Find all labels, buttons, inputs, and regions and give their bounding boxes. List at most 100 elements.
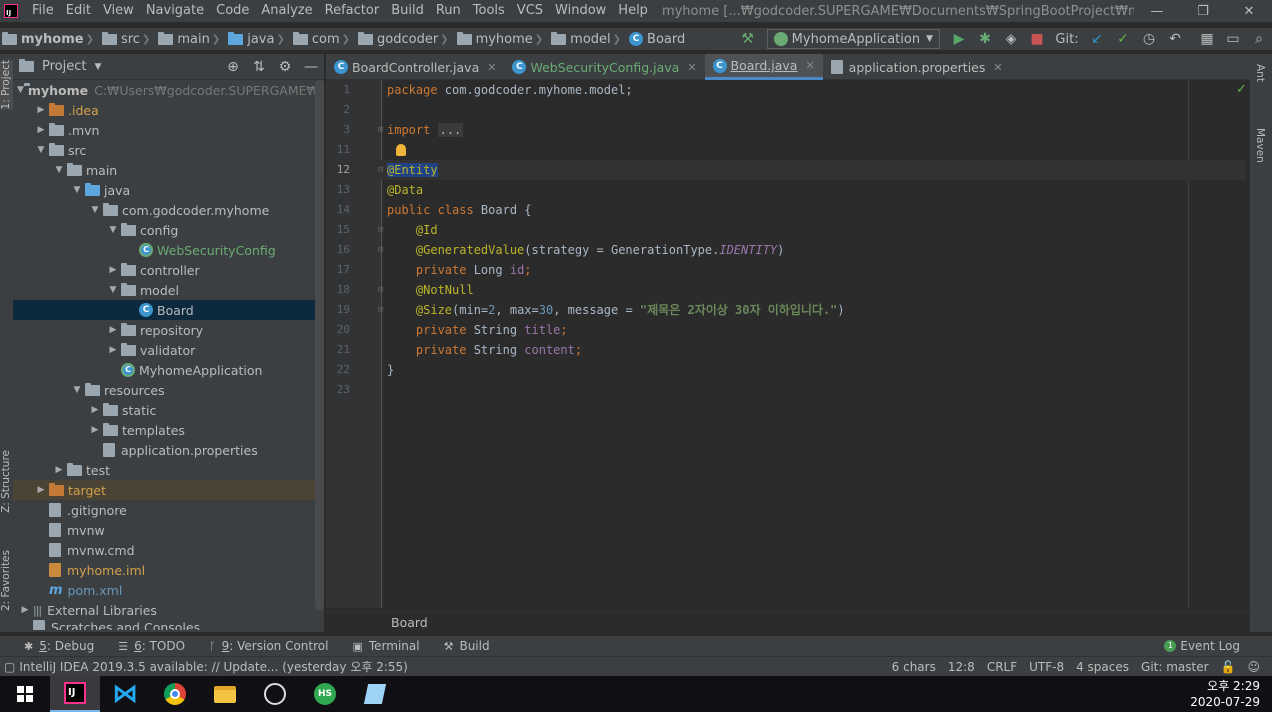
chevron-down-icon[interactable]: ▼ bbox=[69, 185, 85, 195]
chevron-right-icon[interactable]: ▶ bbox=[105, 265, 121, 275]
tree-item-websecurityconfig[interactable]: ▶CWebSecurityConfig bbox=[13, 240, 324, 260]
folded-imports[interactable]: ... bbox=[437, 123, 464, 137]
hide-icon[interactable]: — bbox=[298, 59, 324, 75]
tree-item-pom-xml[interactable]: ▶mpom.xml bbox=[13, 580, 324, 600]
chevron-down-icon[interactable]: ▼ bbox=[33, 145, 49, 155]
chevron-down-icon[interactable]: ▼ bbox=[105, 225, 121, 235]
menu-refactor[interactable]: Refactor bbox=[319, 0, 386, 22]
restore-button[interactable]: ❐ bbox=[1180, 4, 1226, 19]
tree-item-gitignore[interactable]: ▶.gitignore bbox=[13, 500, 324, 520]
menu-window[interactable]: Window bbox=[549, 0, 612, 22]
version-control-tool-button[interactable]: ᚴ9: Version Control bbox=[209, 639, 328, 653]
taskbar-notes[interactable] bbox=[350, 676, 400, 712]
chevron-right-icon[interactable]: ▶ bbox=[33, 125, 49, 135]
close-icon[interactable]: ✕ bbox=[687, 61, 696, 74]
chevron-right-icon[interactable]: ▶ bbox=[87, 405, 103, 415]
git-update-icon[interactable]: ↙ bbox=[1084, 31, 1110, 47]
fold-icon[interactable]: ⊟ bbox=[378, 280, 383, 300]
tab-websecurityconfig[interactable]: C WebSecurityConfig.java ✕ bbox=[504, 54, 704, 80]
search-icon[interactable]: ⌕ bbox=[1246, 31, 1272, 47]
run-configuration-select[interactable]: MyhomeApplication ▼ bbox=[766, 29, 940, 49]
tree-item-target[interactable]: ▶ target bbox=[13, 480, 324, 500]
update-notification[interactable]: IntelliJ IDEA 2019.3.5 available: // Upd… bbox=[19, 658, 408, 675]
build-hammer-icon[interactable]: ⚒ bbox=[735, 31, 761, 47]
tree-item-board[interactable]: ▶CBoard bbox=[13, 300, 324, 320]
tree-item-model[interactable]: ▼ model bbox=[13, 280, 324, 300]
chevron-down-icon[interactable]: ▼ bbox=[94, 62, 101, 72]
menu-tools[interactable]: Tools bbox=[467, 0, 511, 22]
indent-setting[interactable]: 4 spaces bbox=[1076, 660, 1129, 674]
chevron-down-icon[interactable]: ▼ bbox=[105, 285, 121, 295]
tree-item-external-libraries[interactable]: ▶ ||| External Libraries bbox=[13, 600, 324, 620]
tree-item-scratches[interactable]: ▶Scratches and Consoles bbox=[13, 620, 324, 630]
tree-item-mvn[interactable]: ▶ .mvn bbox=[13, 120, 324, 140]
structure-tool-tab[interactable]: Z: Structure bbox=[0, 450, 13, 513]
ant-tool-tab[interactable]: Ant bbox=[1254, 64, 1266, 82]
line-separator[interactable]: CRLF bbox=[987, 660, 1017, 674]
project-scrollbar[interactable] bbox=[315, 80, 324, 610]
chevron-right-icon[interactable]: ▶ bbox=[33, 485, 49, 495]
stop-icon[interactable]: ■ bbox=[1024, 31, 1050, 47]
minimize-button[interactable]: — bbox=[1134, 4, 1180, 19]
locate-icon[interactable]: ⊕ bbox=[220, 59, 246, 75]
tab-application-properties[interactable]: application.properties ✕ bbox=[823, 54, 1011, 80]
debug-icon[interactable]: ✱ bbox=[972, 31, 998, 47]
start-button[interactable] bbox=[0, 676, 50, 712]
menu-file[interactable]: File bbox=[26, 0, 60, 22]
menu-help[interactable]: Help bbox=[612, 0, 654, 22]
chevron-down-icon[interactable]: ▼ bbox=[51, 165, 67, 175]
tree-item-static[interactable]: ▶ static bbox=[13, 400, 324, 420]
menu-vcs[interactable]: VCS bbox=[511, 0, 549, 22]
coverage-icon[interactable]: ◈ bbox=[998, 31, 1024, 47]
tree-item-package[interactable]: ▼ com.godcoder.myhome bbox=[13, 200, 324, 220]
close-window-button[interactable]: ✕ bbox=[1226, 4, 1272, 19]
breadcrumb-myhome-package[interactable]: myhome ❯ bbox=[456, 31, 548, 47]
tree-item-idea[interactable]: ▶ .idea bbox=[13, 100, 324, 120]
tree-item-myhomeapplication[interactable]: ▶CMyhomeApplication bbox=[13, 360, 324, 380]
taskbar-file-explorer[interactable] bbox=[200, 676, 250, 712]
git-commit-icon[interactable]: ✓ bbox=[1110, 31, 1136, 47]
breadcrumb-main[interactable]: main ❯ bbox=[158, 31, 224, 47]
breadcrumb-src[interactable]: src ❯ bbox=[101, 31, 154, 47]
chevron-right-icon[interactable]: ▶ bbox=[105, 325, 121, 335]
chevron-down-icon[interactable]: ▼ bbox=[17, 85, 24, 95]
caret-position[interactable]: 12:8 bbox=[948, 660, 975, 674]
presentation-icon[interactable]: ▭ bbox=[1220, 31, 1246, 47]
rollback-icon[interactable]: ↶ bbox=[1162, 31, 1188, 47]
project-structure-icon[interactable]: ▦ bbox=[1194, 31, 1220, 47]
menu-edit[interactable]: Edit bbox=[60, 0, 97, 22]
event-log-button[interactable]: 1 Event Log bbox=[1164, 639, 1240, 653]
chevron-down-icon[interactable]: ▼ bbox=[87, 205, 103, 215]
system-clock[interactable]: 오후 2:29 2020-07-29 bbox=[1190, 678, 1260, 710]
taskbar-intellij[interactable]: IJ bbox=[50, 676, 100, 712]
project-view-select[interactable]: Project bbox=[42, 59, 86, 74]
tree-item-mvnw-cmd[interactable]: ▶mvnw.cmd bbox=[13, 540, 324, 560]
fold-icon[interactable]: ⊟ bbox=[378, 240, 383, 260]
tree-item-resources[interactable]: ▼ resources bbox=[13, 380, 324, 400]
collapse-all-icon[interactable]: ⇅ bbox=[246, 59, 272, 75]
terminal-tool-button[interactable]: ▣ Terminal bbox=[352, 639, 419, 653]
tab-boardcontroller[interactable]: C BoardController.java ✕ bbox=[326, 54, 504, 80]
lightbulb-icon[interactable] bbox=[396, 144, 406, 156]
breadcrumb-board[interactable]: C Board bbox=[629, 32, 685, 47]
status-toggle-icon[interactable]: ▢ bbox=[4, 660, 15, 674]
chevron-right-icon[interactable]: ▶ bbox=[105, 345, 121, 355]
menu-build[interactable]: Build bbox=[385, 0, 430, 22]
no-problems-check-icon[interactable]: ✓ bbox=[1236, 82, 1247, 97]
history-icon[interactable]: ◷ bbox=[1136, 31, 1162, 47]
favorites-tool-tab[interactable]: 2: Favorites bbox=[0, 550, 13, 611]
tree-item-test[interactable]: ▶ test bbox=[13, 460, 324, 480]
tree-item-src[interactable]: ▼ src bbox=[13, 140, 324, 160]
debug-tool-button[interactable]: ✱ 5: Debug bbox=[24, 639, 94, 653]
gear-icon[interactable]: ⚙ bbox=[272, 59, 298, 75]
git-branch[interactable]: Git: master bbox=[1141, 660, 1209, 674]
code-editor[interactable]: 1 package com.godcoder.myhome.model; 2 3 ⊞… bbox=[326, 80, 1250, 608]
tree-item-application-properties[interactable]: ▶application.properties bbox=[13, 440, 324, 460]
todo-tool-button[interactable]: ☰ 6: TODO bbox=[118, 639, 185, 653]
close-icon[interactable]: ✕ bbox=[487, 61, 496, 74]
fold-icon[interactable]: ⊟ bbox=[378, 300, 383, 320]
lock-icon[interactable]: 🔓 bbox=[1221, 660, 1236, 674]
menu-view[interactable]: View bbox=[97, 0, 140, 22]
chevron-right-icon[interactable]: ▶ bbox=[51, 465, 67, 475]
tree-item-templates[interactable]: ▶ templates bbox=[13, 420, 324, 440]
